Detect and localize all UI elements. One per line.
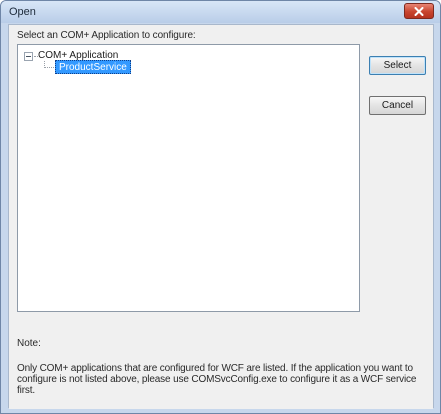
select-button[interactable]: Select	[369, 56, 426, 75]
close-button[interactable]	[404, 3, 434, 19]
dialog-client-area: Select an COM+ Application to configure:…	[8, 24, 434, 409]
instruction-label: Select an COM+ Application to configure:	[17, 30, 196, 41]
collapse-toggle-icon[interactable]	[24, 52, 33, 61]
tree-node-productservice[interactable]: ProductService	[55, 60, 131, 74]
title-bar[interactable]: Open	[1, 1, 440, 23]
com-application-tree[interactable]: COM+ Application ProductService	[17, 44, 360, 312]
cancel-button[interactable]: Cancel	[369, 96, 426, 115]
note-section: Note: Only COM+ applications that are co…	[9, 317, 433, 409]
note-label: Note:	[17, 338, 41, 349]
note-text: Only COM+ applications that are configur…	[17, 363, 417, 396]
window-title: Open	[9, 6, 36, 18]
tree-connector	[44, 67, 54, 68]
close-icon	[414, 6, 424, 16]
open-dialog-window: Open Select an COM+ Application to confi…	[0, 0, 441, 414]
